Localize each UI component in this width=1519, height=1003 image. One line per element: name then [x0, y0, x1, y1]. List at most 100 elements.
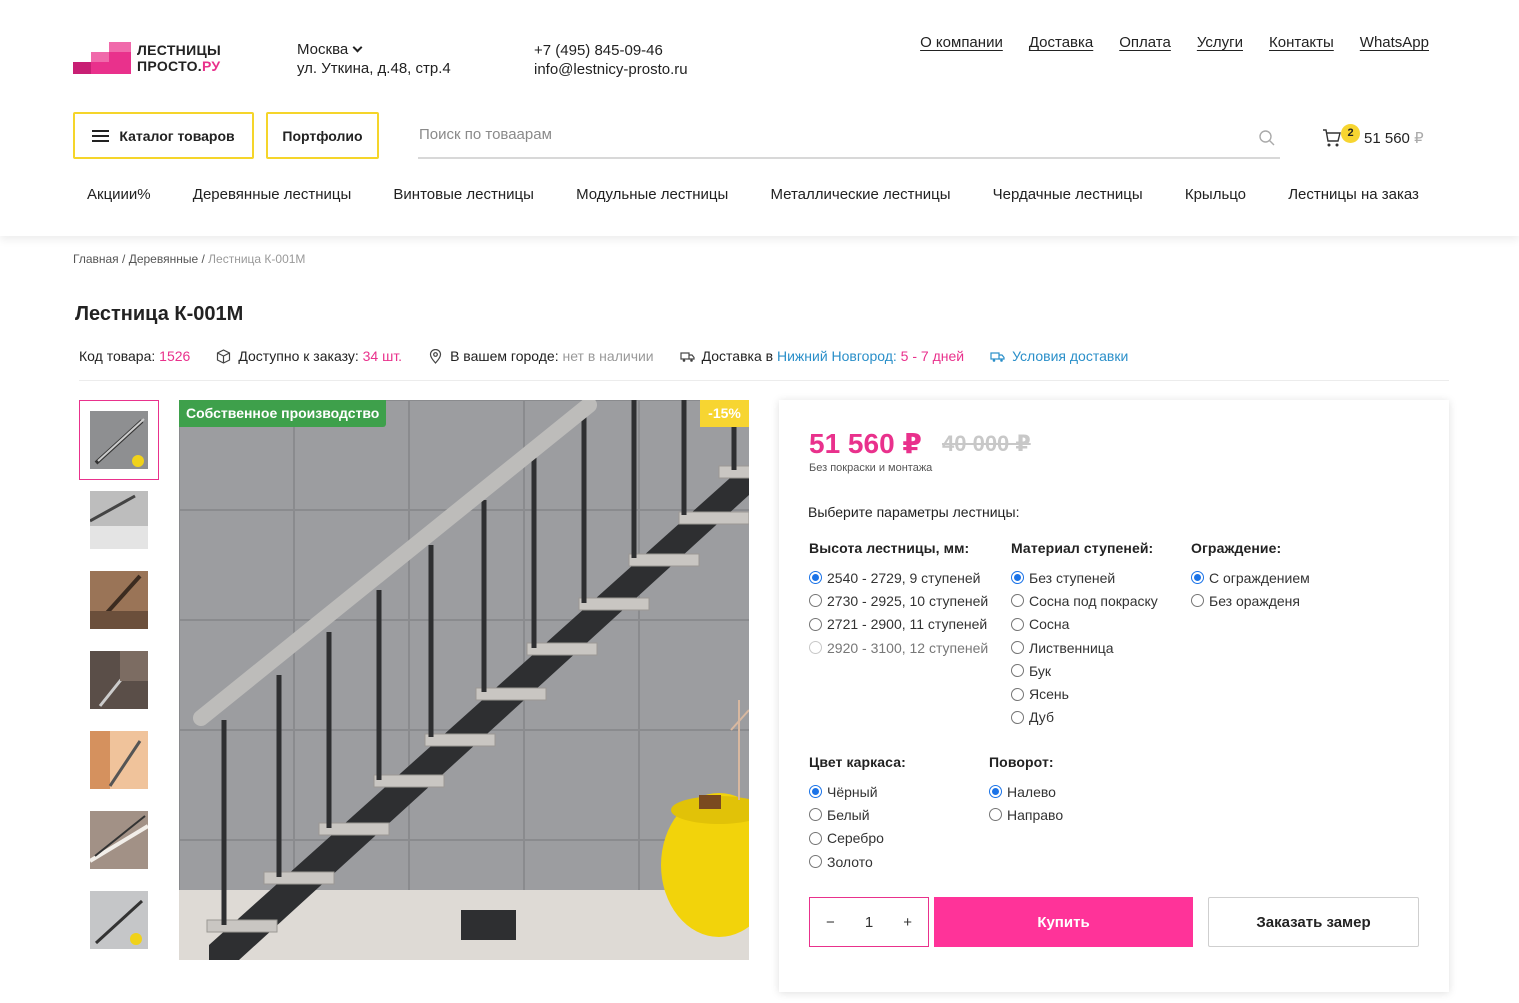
divider — [79, 380, 1449, 381]
breadcrumb-home[interactable]: Главная — [73, 252, 119, 266]
radio-button[interactable] — [1011, 710, 1024, 724]
radio-button[interactable] — [809, 831, 822, 845]
thumbnail[interactable] — [79, 880, 159, 960]
radio-button[interactable] — [809, 594, 822, 608]
stair-photo-thumbnail — [90, 411, 148, 469]
search-input[interactable] — [418, 112, 1218, 156]
nav-contacts[interactable]: Контакты — [1269, 34, 1334, 51]
radio-button[interactable] — [1011, 664, 1024, 678]
option-group-fence: Ограждение: С ограждением Без оражденя — [1191, 540, 1310, 613]
option-material[interactable]: Сосна под покраску — [1011, 589, 1158, 612]
contacts: +7 (495) 845-09-46 info@lestnicy-prosto.… — [534, 41, 688, 79]
truck-icon — [680, 351, 695, 362]
breadcrumb-section[interactable]: Деревянные — [129, 252, 198, 266]
thumbnail[interactable] — [79, 800, 159, 880]
nav-services[interactable]: Услуги — [1197, 34, 1243, 51]
radio-button[interactable] — [1011, 617, 1024, 631]
search-icon[interactable] — [1259, 130, 1275, 146]
option-frame-color[interactable]: Серебро — [809, 827, 906, 850]
option-height[interactable]: 2730 - 2925, 10 ступеней — [809, 589, 988, 612]
radio-button — [809, 641, 822, 655]
radio-button[interactable] — [989, 785, 1002, 799]
thumbnail[interactable] — [79, 560, 159, 640]
thumbnail[interactable] — [79, 400, 159, 480]
category-spiral[interactable]: Винтовые лестницы — [393, 186, 533, 203]
stair-photo — [179, 400, 749, 960]
category-porch[interactable]: Крыльцо — [1185, 186, 1246, 203]
radio-button[interactable] — [1011, 594, 1024, 608]
stair-photo-thumbnail — [90, 571, 148, 629]
radio-button[interactable] — [1011, 641, 1024, 655]
qty-value[interactable]: 1 — [865, 914, 873, 931]
badge-discount: -15% — [700, 400, 749, 427]
order-measure-button[interactable]: Заказать замер — [1208, 897, 1419, 947]
city-selector[interactable]: Москва ул. Уткина, д.48, стр.4 — [297, 40, 451, 78]
radio-button[interactable] — [809, 855, 822, 869]
category-attic[interactable]: Чердачные лестницы — [993, 186, 1143, 203]
radio-button[interactable] — [1191, 594, 1204, 608]
radio-button[interactable] — [1191, 571, 1204, 585]
option-frame-color[interactable]: Золото — [809, 850, 906, 873]
thumbnail[interactable] — [79, 480, 159, 560]
logo-stairs-icon — [73, 42, 131, 74]
option-turn[interactable]: Направо — [989, 803, 1063, 826]
radio-button[interactable] — [809, 571, 822, 585]
category-wooden[interactable]: Деревянные лестницы — [193, 186, 351, 203]
logo[interactable]: ЛЕСТНИЦЫ ПРОСТО.РУ — [73, 40, 233, 74]
option-frame-color[interactable]: Чёрный — [809, 780, 906, 803]
option-frame-color[interactable]: Белый — [809, 803, 906, 826]
option-height[interactable]: 2721 - 2900, 11 ступеней — [809, 613, 988, 636]
radio-button[interactable] — [989, 808, 1002, 822]
option-height[interactable]: 2540 - 2729, 9 ступеней — [809, 566, 988, 589]
nav-delivery[interactable]: Доставка — [1029, 34, 1093, 51]
option-material[interactable]: Сосна — [1011, 613, 1158, 636]
thumbnail[interactable] — [79, 720, 159, 800]
buy-button[interactable]: Купить — [934, 897, 1193, 947]
option-fence[interactable]: С ограждением — [1191, 566, 1310, 589]
delivery-terms-link[interactable]: Условия доставки — [990, 348, 1128, 364]
category-custom[interactable]: Лестницы на заказ — [1288, 186, 1419, 203]
option-material[interactable]: Лиственница — [1011, 636, 1158, 659]
cart[interactable]: 2 51 560 ₽ — [1322, 124, 1432, 150]
nav-whatsapp[interactable]: WhatsApp — [1360, 34, 1429, 51]
category-modular[interactable]: Модульные лестницы — [576, 186, 728, 203]
thumbnail[interactable] — [79, 640, 159, 720]
radio-button[interactable] — [809, 617, 822, 631]
qty-decrease-button[interactable]: − — [826, 914, 835, 931]
cart-icon — [1323, 129, 1341, 147]
option-material[interactable]: Без ступеней — [1011, 566, 1158, 589]
radio-button[interactable] — [1011, 687, 1024, 701]
radio-button[interactable] — [809, 785, 822, 799]
category-metal[interactable]: Металлические лестницы — [770, 186, 950, 203]
email[interactable]: info@lestnicy-prosto.ru — [534, 60, 688, 79]
product-main-image[interactable] — [179, 400, 749, 960]
nav-payment[interactable]: Оплата — [1119, 34, 1171, 51]
option-material[interactable]: Бук — [1011, 659, 1158, 682]
city-name[interactable]: Москва — [297, 41, 348, 58]
box-icon — [217, 348, 231, 364]
category-promo[interactable]: Акциии% — [87, 186, 151, 203]
category-nav: Акциии% Деревянные лестницы Винтовые лес… — [73, 186, 1433, 203]
product-card: 51 560 ₽ 40 000 ₽ Без покраски и монтажа… — [779, 400, 1449, 992]
address: ул. Уткина, д.48, стр.4 — [297, 60, 451, 77]
option-fence[interactable]: Без оражденя — [1191, 589, 1310, 612]
radio-button[interactable] — [809, 808, 822, 822]
stair-photo-thumbnail — [90, 651, 148, 709]
portfolio-button[interactable]: Портфолио — [266, 112, 379, 159]
location-pin-icon — [429, 348, 442, 364]
phone[interactable]: +7 (495) 845-09-46 — [534, 41, 688, 60]
radio-button[interactable] — [1011, 571, 1024, 585]
catalog-button[interactable]: Каталог товаров — [73, 112, 254, 159]
delivery-city-link[interactable]: Нижний Новгород: — [777, 348, 897, 364]
option-material[interactable]: Ясень — [1011, 682, 1158, 705]
stair-photo-thumbnail — [90, 891, 148, 949]
old-price: 40 000 ₽ — [942, 431, 1031, 456]
stair-photo-thumbnail — [90, 811, 148, 869]
option-turn[interactable]: Налево — [989, 780, 1063, 803]
breadcrumb-current: Лестница К-001М — [208, 252, 306, 266]
option-group-frame-color: Цвет каркаса: Чёрный Белый Серебро Золот… — [809, 754, 906, 873]
qty-increase-button[interactable]: + — [903, 914, 912, 931]
nav-about[interactable]: О компании — [920, 34, 1003, 51]
logo-text: ЛЕСТНИЦЫ ПРОСТО.РУ — [137, 42, 221, 74]
option-material[interactable]: Дуб — [1011, 706, 1158, 729]
